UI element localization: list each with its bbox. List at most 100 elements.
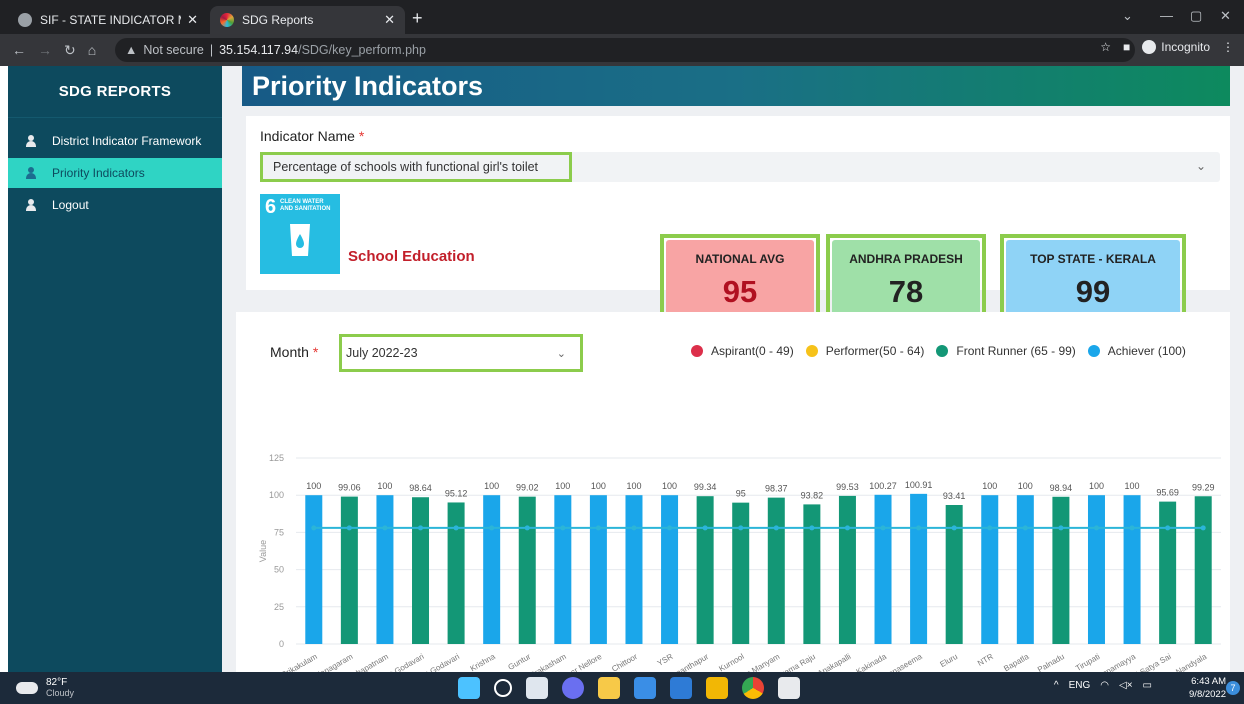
taskbar-apps (458, 677, 800, 699)
bar-value-label: 99.02 (516, 483, 539, 493)
x-tick-label: Prakasham (528, 652, 568, 672)
sidebar-item-priority-indicators[interactable]: Priority Indicators (8, 158, 222, 188)
stat-inner: NATIONAL AVG 95 (666, 240, 814, 322)
weather-widget[interactable]: 82°F Cloudy (16, 677, 74, 698)
bar-value-label: 100 (1089, 481, 1104, 491)
sidebar-title: SDG REPORTS (8, 66, 222, 118)
minimize-button[interactable]: — (1160, 8, 1173, 23)
x-tick-label: Ananthapur (670, 652, 711, 672)
security-label: Not secure (143, 43, 204, 57)
bar-value-label: 100 (591, 481, 606, 491)
x-tick-label: Spsr Nellore (561, 652, 604, 672)
tab-search-icon[interactable]: ⌄ (1122, 8, 1133, 24)
tab-sif[interactable]: SIF - STATE INDICATOR MONITOR ✕ (8, 6, 208, 34)
reload-icon[interactable]: ↻ (64, 42, 76, 59)
chart-bar (554, 495, 572, 644)
x-tick-label: Chittoor (610, 652, 639, 672)
chart-bar (1159, 501, 1177, 644)
close-icon[interactable]: ✕ (384, 12, 395, 28)
browser-tab-bar: SIF - STATE INDICATOR MONITOR ✕ SDG Repo… (0, 0, 1244, 34)
chart-bar (305, 495, 323, 644)
x-tick-label: NTR (976, 652, 995, 668)
bookmark-star-icon[interactable]: ☆ (1100, 40, 1111, 54)
store-icon[interactable] (634, 677, 656, 699)
sdg-badge-number: 6 (265, 196, 277, 218)
y-tick-label: 50 (274, 565, 284, 575)
x-tick-label: Annamayya (1096, 652, 1138, 672)
chrome-icon[interactable] (742, 677, 764, 699)
menu-kebab-icon[interactable]: ⋮ (1222, 40, 1234, 54)
sdg-wheel-icon (220, 13, 234, 27)
reference-point (1022, 525, 1028, 531)
windows-start-icon[interactable] (458, 677, 480, 699)
bar-value-label: 99.53 (836, 482, 859, 492)
chart-bar (518, 496, 536, 644)
url-field[interactable]: ▲ Not secure | 35.154.117.94 /SDG/key_pe… (115, 38, 1135, 62)
sticky-app-icon[interactable] (706, 677, 728, 699)
volume-icon[interactable]: ◁× (1119, 680, 1133, 691)
stat-inner: TOP STATE - KERALA 99 (1006, 240, 1180, 322)
notification-badge[interactable]: 7 (1226, 681, 1240, 695)
incognito-icon (1142, 40, 1157, 54)
clock[interactable]: 6:43 AM 9/8/2022 (1189, 675, 1226, 701)
indicator-select-value: Percentage of schools with functional gi… (260, 152, 572, 182)
x-tick-label: Sri Satya Sai (1128, 652, 1173, 672)
stat-label: ANDHRA PRADESH (849, 252, 963, 266)
bar-value-label: 99.34 (694, 482, 717, 492)
reference-point (738, 525, 744, 531)
bar-value-label: 93.41 (943, 491, 966, 501)
chart-bar (661, 495, 679, 644)
chart-bar (1087, 495, 1105, 644)
home-icon[interactable]: ⌂ (88, 42, 96, 58)
url-path: /SDG/key_perform.php (298, 43, 426, 57)
warning-icon: ▲ (125, 43, 138, 57)
clock-date: 9/8/2022 (1189, 689, 1226, 700)
x-tick-label: Krishna (469, 652, 497, 672)
wifi-icon[interactable]: ◠ (1100, 680, 1109, 691)
task-view-icon[interactable] (526, 677, 548, 699)
sidebar-item-district-indicator-framework[interactable]: District Indicator Framework (8, 126, 222, 156)
restore-button[interactable]: ▢ (1190, 8, 1202, 24)
main-content: Priority Indicators Indicator Name * Per… (222, 66, 1244, 672)
incognito-indicator[interactable]: Incognito (1142, 40, 1210, 54)
bar-value-label: 98.94 (1050, 483, 1073, 493)
file-explorer-icon[interactable] (598, 677, 620, 699)
back-icon[interactable]: ← (12, 42, 26, 58)
reference-point (844, 525, 850, 531)
stat-inner: ANDHRA PRADESH 78 (832, 240, 980, 322)
chart-bar (412, 497, 430, 644)
window-close-button[interactable]: ✕ (1220, 8, 1231, 24)
url-host: 35.154.117.94 (219, 43, 299, 57)
bar-value-label: 100 (377, 481, 392, 491)
reference-point (524, 525, 530, 531)
indicator-label-text: Indicator Name (260, 128, 355, 144)
bar-value-label: 100 (1125, 481, 1140, 491)
search-icon[interactable] (494, 679, 512, 697)
battery-icon[interactable]: ▭ (1143, 680, 1152, 691)
incognito-label: Incognito (1161, 40, 1210, 54)
cloud-icon (16, 681, 38, 694)
tab-sdg-reports[interactable]: SDG Reports ✕ (210, 6, 405, 34)
required-mark: * (358, 128, 365, 144)
y-tick-label: 125 (269, 453, 284, 463)
bar-value-label: 100 (1018, 481, 1033, 491)
sidebar-item-logout[interactable]: Logout (8, 190, 222, 220)
water-glass-icon (290, 224, 310, 256)
reference-point (1129, 525, 1135, 531)
bar-value-label: 93.82 (801, 490, 824, 500)
new-tab-button[interactable]: + (412, 8, 423, 29)
forward-icon[interactable]: → (38, 42, 52, 58)
indicator-select[interactable]: Percentage of schools with functional gi… (260, 152, 1220, 182)
close-icon[interactable]: ✕ (187, 12, 198, 28)
x-tick-label: Konaseema (882, 652, 924, 672)
chart-bar (981, 495, 999, 644)
bar-value-label: 100.27 (869, 481, 897, 491)
snipping-tool-icon[interactable] (778, 677, 800, 699)
chevron-up-icon[interactable]: ^ (1054, 680, 1059, 691)
mail-icon[interactable] (670, 677, 692, 699)
language-indicator[interactable]: ENG (1069, 680, 1091, 691)
address-bar-row: ← → ↻ ⌂ ▲ Not secure | 35.154.117.94 /SD… (0, 34, 1244, 66)
side-panel-icon[interactable]: ■ (1123, 40, 1130, 54)
x-tick-label: Bapatla (1002, 652, 1030, 672)
chat-icon[interactable] (562, 677, 584, 699)
